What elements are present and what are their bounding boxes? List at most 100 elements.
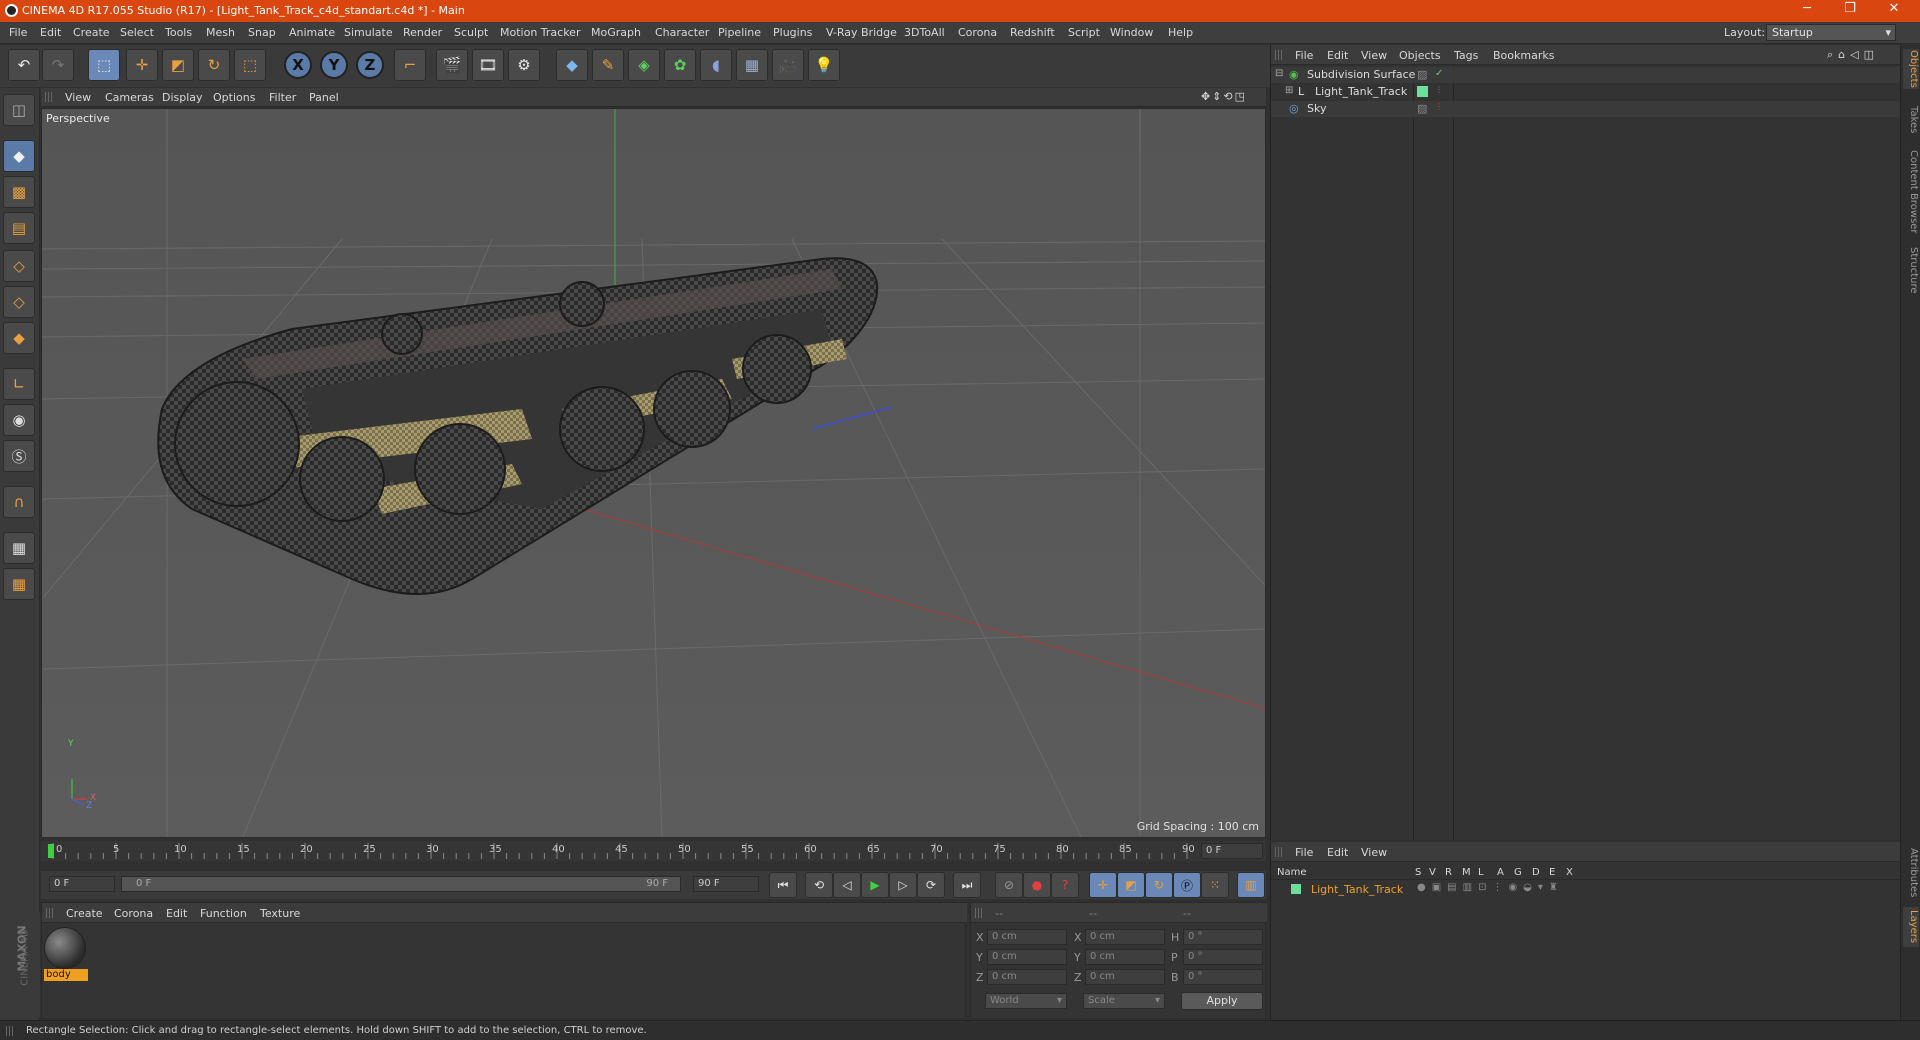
- size-z-field[interactable]: 0 cm: [1085, 969, 1165, 985]
- objects-menu-file[interactable]: File: [1295, 49, 1313, 62]
- tab-takes[interactable]: Takes: [1903, 105, 1919, 135]
- menu-redshift[interactable]: Redshift: [1010, 26, 1055, 39]
- tweak-mode-icon[interactable]: ◉: [3, 404, 35, 436]
- size-mode-dropdown[interactable]: Scale ▾: [1083, 993, 1165, 1009]
- select-icon[interactable]: ⬚: [88, 49, 120, 81]
- planar-workplane-icon[interactable]: ▦: [3, 568, 35, 600]
- menu-tools[interactable]: Tools: [165, 26, 192, 39]
- points-mode-icon[interactable]: ◇: [3, 250, 35, 282]
- objects-menu-tags[interactable]: Tags: [1454, 49, 1478, 62]
- close-button[interactable]: ✕: [1874, 1, 1914, 16]
- material-swatch-body[interactable]: body: [44, 927, 88, 983]
- layer-color-icon[interactable]: [1417, 86, 1428, 97]
- key-scale-icon[interactable]: ◩: [1117, 872, 1145, 898]
- playhead[interactable]: [48, 844, 54, 858]
- layer-tag-icon[interactable]: ▨: [1417, 102, 1427, 115]
- menu-help[interactable]: Help: [1168, 26, 1193, 39]
- make-editable-icon[interactable]: ◫: [3, 94, 35, 126]
- menu-simulate[interactable]: Simulate: [344, 26, 393, 39]
- key-pla-icon[interactable]: ⁙: [1201, 872, 1229, 898]
- key-position-icon[interactable]: ✛: [1089, 872, 1117, 898]
- current-frame-field[interactable]: 0 F: [1201, 843, 1263, 859]
- viewport-menu-display[interactable]: Display: [162, 91, 203, 104]
- tab-attributes[interactable]: Attributes: [1903, 845, 1919, 900]
- record-keys-icon[interactable]: ⊘: [995, 872, 1023, 898]
- viewport-menu-filter[interactable]: Filter: [269, 91, 296, 104]
- coord-mode-dropdown[interactable]: World ▾: [985, 993, 1067, 1009]
- axis-mode-icon[interactable]: ∟: [3, 368, 35, 400]
- layer-color-swatch[interactable]: [1291, 884, 1301, 894]
- menu-sculpt[interactable]: Sculpt: [454, 26, 488, 39]
- key-rotation-icon[interactable]: ↻: [1145, 872, 1173, 898]
- lock-workplane-icon[interactable]: ▦: [3, 532, 35, 564]
- light-icon[interactable]: 💡: [808, 49, 840, 81]
- layers-menu-file[interactable]: File: [1295, 846, 1313, 859]
- menu-snap[interactable]: Snap: [248, 26, 276, 39]
- visibility-dots-icon[interactable]: ⋮: [1435, 102, 1443, 111]
- frame-range-slider[interactable]: 0 F 90 F: [121, 876, 681, 892]
- position-z-field[interactable]: 0 cm: [987, 969, 1067, 985]
- z-axis-icon[interactable]: Z: [356, 51, 384, 79]
- deformer-icon[interactable]: ◖: [700, 49, 732, 81]
- polygons-mode-icon[interactable]: ◆: [3, 322, 35, 354]
- objects-menu-bookmarks[interactable]: Bookmarks: [1493, 49, 1554, 62]
- rotate-icon[interactable]: ↻: [198, 49, 230, 81]
- menu-edit[interactable]: Edit: [40, 26, 61, 39]
- model-mode-icon[interactable]: ◆: [3, 140, 35, 172]
- rotation-p-field[interactable]: 0 °: [1183, 949, 1263, 965]
- cube-icon[interactable]: ◆: [556, 49, 588, 81]
- object-row[interactable]: ⊞ L Light_Tank_Track ⋮: [1271, 84, 1901, 100]
- objects-menu-view[interactable]: View: [1361, 49, 1387, 62]
- position-y-field[interactable]: 0 cm: [987, 949, 1067, 965]
- objects-header-icons[interactable]: ⌕⌂◁◫: [1827, 48, 1879, 62]
- menu-corona[interactable]: Corona: [958, 26, 997, 39]
- viewport-menu-view[interactable]: View: [65, 91, 91, 104]
- menu-3dtoall[interactable]: 3DToAll: [904, 26, 945, 39]
- layer-tag-icon[interactable]: ▨: [1417, 68, 1427, 81]
- viewport-menu-options[interactable]: Options: [213, 91, 255, 104]
- objects-menu-edit[interactable]: Edit: [1327, 49, 1348, 62]
- layer-row[interactable]: Light_Tank_Track ●▣▤▥⊡⋮◉◒▾♜: [1271, 882, 1901, 897]
- cloner-icon[interactable]: ✿: [664, 49, 696, 81]
- scale-icon[interactable]: ◩: [162, 49, 194, 81]
- collapse-icon[interactable]: ⊟: [1275, 68, 1283, 79]
- timeline-ruler[interactable]: 0 5 10 15 20 25 30 35 40 45 50 55 60 65 …: [41, 841, 1266, 861]
- pen-icon[interactable]: ✎: [592, 49, 624, 81]
- visibility-dots-icon[interactable]: ⋮: [1435, 85, 1443, 94]
- magnet-icon[interactable]: ∩: [3, 486, 35, 518]
- end-frame-field[interactable]: 90 F: [693, 876, 759, 892]
- menu-pipeline[interactable]: Pipeline: [718, 26, 761, 39]
- start-frame-field[interactable]: 0 F: [49, 876, 115, 892]
- menu-file[interactable]: File: [9, 26, 27, 39]
- tab-objects[interactable]: Objects: [1903, 49, 1919, 89]
- menu-render[interactable]: Render: [403, 26, 442, 39]
- subdivide-icon[interactable]: ◈: [628, 49, 660, 81]
- previous-key-icon[interactable]: ⟲: [805, 872, 833, 898]
- expand-icon[interactable]: ⊞: [1285, 85, 1293, 96]
- edges-mode-icon[interactable]: ◇: [3, 286, 35, 318]
- timeline-window-icon[interactable]: ▥: [1237, 872, 1265, 898]
- perspective-viewport[interactable]: Y X Z Perspective Grid Spacing : 100 cm: [41, 108, 1266, 838]
- keyframe-selection-icon[interactable]: ?: [1051, 872, 1079, 898]
- coord-system-icon[interactable]: ⌐: [394, 49, 426, 81]
- layout-dropdown[interactable]: Startup ▾: [1766, 24, 1896, 41]
- material-menu-create[interactable]: Create: [66, 907, 103, 920]
- tab-structure[interactable]: Structure: [1903, 245, 1919, 295]
- tab-layers[interactable]: Layers: [1903, 907, 1919, 947]
- material-menu-corona[interactable]: Corona: [114, 907, 153, 920]
- menu-create[interactable]: Create: [73, 26, 110, 39]
- redo-icon[interactable]: ↷: [42, 49, 74, 81]
- key-parameter-icon[interactable]: Ⓟ: [1173, 872, 1201, 898]
- viewport-nav-icons[interactable]: ✥⇕⟲◳: [1201, 90, 1247, 103]
- viewport-menu-panel[interactable]: Panel: [309, 91, 339, 104]
- camera-icon[interactable]: 🎥: [772, 49, 804, 81]
- menu-select[interactable]: Select: [120, 26, 154, 39]
- viewport-menu-cameras[interactable]: Cameras: [105, 91, 154, 104]
- layer-toggle-icons[interactable]: ●▣▤▥⊡⋮◉◒▾♜: [1417, 882, 1564, 893]
- restore-button[interactable]: ❐: [1830, 1, 1870, 16]
- material-menu-edit[interactable]: Edit: [166, 907, 187, 920]
- minimize-button[interactable]: ─: [1787, 1, 1827, 16]
- menu-animate[interactable]: Animate: [289, 26, 335, 39]
- rect-select-icon[interactable]: ⬚: [234, 49, 266, 81]
- menu-mograph[interactable]: MoGraph: [591, 26, 641, 39]
